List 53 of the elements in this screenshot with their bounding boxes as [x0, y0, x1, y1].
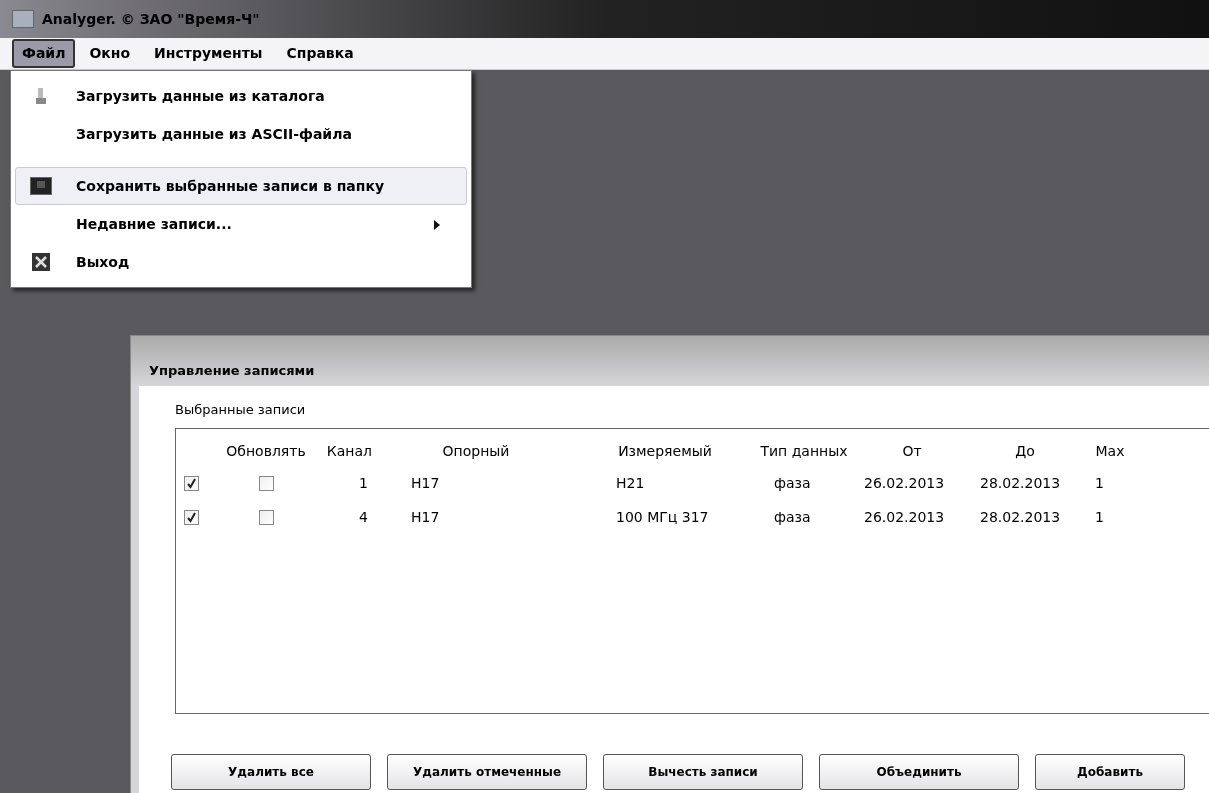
menu-entry[interactable]: Выход	[15, 243, 467, 281]
table-cell-text: 4	[358, 508, 369, 527]
exit-icon	[32, 253, 50, 271]
column-header[interactable]: Измеряемый	[576, 441, 754, 462]
table-cell-text: H21	[615, 474, 646, 493]
menu-entry-label: Выход	[76, 252, 130, 272]
menu-entry-label: Сохранить выбранные записи в папку	[76, 176, 385, 196]
column-header[interactable]: Обновлять	[216, 441, 316, 462]
checkbox[interactable]	[258, 476, 274, 491]
menu-item[interactable]: Файл	[12, 39, 76, 68]
dialog-title: Управление записями	[131, 336, 1209, 386]
column-header[interactable]: Мах	[1080, 441, 1140, 462]
checkbox[interactable]	[184, 476, 199, 491]
menu-item[interactable]: Справка	[276, 39, 364, 68]
group-label: Выбранные записи	[175, 401, 306, 419]
menu-entry-label: Недавние записи...	[76, 214, 232, 234]
submenu-arrow-icon	[434, 220, 440, 230]
menu-entry-label: Загрузить данные из каталога	[76, 86, 325, 106]
window-title: Analyger. © ЗАО "Время-Ч"	[42, 9, 260, 29]
checkbox[interactable]	[184, 510, 199, 525]
app-icon	[12, 10, 34, 28]
table-cell-text: 28.02.2013	[979, 474, 1062, 493]
column-header[interactable]: Опорный	[376, 441, 576, 462]
column-header[interactable]: До	[970, 441, 1080, 462]
dialog-button[interactable]: Удалить отмеченные	[387, 753, 587, 790]
checkbox[interactable]	[258, 510, 274, 525]
column-header[interactable]: Канал	[316, 441, 376, 462]
menu-entry[interactable]: Недавние записи...	[15, 205, 467, 243]
column-header[interactable]: Тип данных	[754, 441, 854, 462]
table-cell-text: 28.02.2013	[979, 508, 1062, 527]
save-icon	[30, 177, 52, 195]
dialog-button[interactable]: Добавить	[1035, 753, 1185, 790]
table-cell-text: фаза	[773, 474, 812, 493]
menu-entry-label: Загрузить данные из ASCII-файла	[76, 124, 352, 144]
table-cell-text: H17	[410, 508, 441, 527]
table-cell-text: фаза	[773, 508, 812, 527]
bottle-icon	[35, 88, 47, 104]
menu-entry[interactable]: Загрузить данные из ASCII-файла	[15, 115, 467, 167]
table-cell-text: 100 МГц 317	[615, 508, 710, 527]
menu-entry[interactable]: Загрузить данные из каталога	[15, 77, 467, 115]
table-cell-text: 26.02.2013	[863, 508, 946, 527]
dialog-button[interactable]: Вычесть записи	[603, 753, 803, 790]
menu-entry[interactable]: Сохранить выбранные записи в папку	[15, 167, 467, 205]
dialog-button[interactable]: Объединить	[819, 753, 1019, 790]
table-cell-text: 1	[358, 474, 369, 493]
menu-item[interactable]: Окно	[79, 39, 141, 68]
column-header[interactable]: От	[854, 441, 970, 462]
menu-item[interactable]: Инструменты	[144, 39, 273, 68]
table-cell-text: 1	[1094, 508, 1105, 527]
table-cell-text: H17	[410, 474, 441, 493]
table-cell-text: 26.02.2013	[863, 474, 946, 493]
table-cell-text: 1	[1094, 474, 1105, 493]
dialog-button[interactable]: Удалить все	[171, 753, 371, 790]
